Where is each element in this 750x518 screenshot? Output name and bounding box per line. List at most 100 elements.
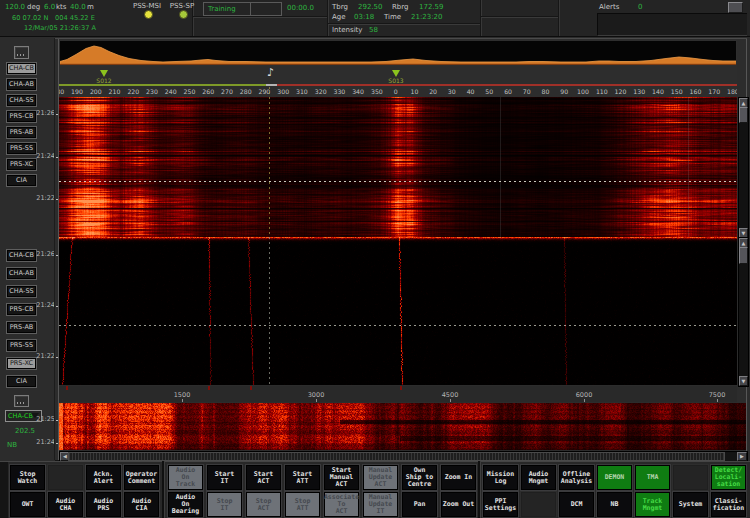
alerts-toggle-button[interactable] (728, 2, 743, 13)
time-value: 21:23:20 (411, 13, 442, 22)
waterfall1-scrollbar[interactable]: ▲ ▼ (738, 97, 749, 239)
button-zoom-out[interactable]: Zoom Out (441, 492, 476, 517)
waterfall2-channel-cha-ss[interactable]: CHA-SS (6, 285, 37, 298)
button-start-act[interactable]: Start ACT (246, 465, 281, 490)
button-system[interactable]: System (673, 492, 708, 517)
button-classi-fication[interactable]: Classi- fication (711, 492, 746, 517)
button-track-mngmt[interactable]: Track Mngmt (635, 492, 670, 517)
bearing-time-waterfall[interactable] (59, 97, 737, 237)
scroll-right-icon[interactable]: ▶ (737, 452, 747, 461)
waterfall2-channel-cha-ab[interactable]: CHA-AB (6, 267, 37, 280)
button-audio-cha[interactable]: Audio CHA (48, 492, 83, 517)
waterfall1-channel-cha-cb[interactable]: CHA-CB (6, 62, 37, 75)
topbar-separator (558, 0, 560, 36)
waterfall2-channel-prs-xc[interactable]: PRS-XC (6, 357, 37, 370)
waterfall1-channel-prs-ab[interactable]: PRS-AB (6, 126, 37, 139)
mode-box: Training (203, 2, 282, 16)
button-ackn-alert[interactable]: Ackn. Alert (86, 465, 121, 490)
bearing-ruler-label: 20 (429, 88, 437, 96)
bearing-ruler-label: 270 (221, 88, 233, 96)
waterfall2-scroll-thumb[interactable] (739, 247, 748, 264)
waterfall1-channel-prs-cb[interactable]: PRS-CB (6, 110, 37, 123)
bearing-ruler-label: 30 (448, 88, 456, 96)
waterfall1-channel-prs-ss[interactable]: PRS-SS (6, 142, 37, 155)
bearing-ruler: 1801902002102202302402502602702802903003… (59, 86, 737, 97)
button-audio-on-track[interactable]: Audio On Track (168, 465, 203, 490)
button-detect-locali-sation[interactable]: Detect/ Locali- sation (711, 465, 746, 490)
bearing-ruler-label: 0 (394, 88, 398, 96)
waterfall2-channel-prs-cb[interactable]: PRS-CB (6, 303, 37, 316)
ownship-heading-value: 120.0 (5, 3, 25, 12)
button-owt[interactable]: OWT (10, 492, 45, 517)
button-audio-on-bearing[interactable]: Audio On Bearing (168, 492, 203, 517)
alerts-list[interactable] (597, 13, 747, 36)
button-start-att[interactable]: Start ATT (285, 465, 320, 490)
narrowband-options-button[interactable] (14, 395, 29, 407)
frequency-time-waterfall[interactable] (59, 237, 737, 385)
waterfall2-channel-prs-ss[interactable]: PRS-SS (6, 339, 37, 352)
button-audio-prs[interactable]: Audio PRS (86, 492, 121, 517)
button-operator-comment[interactable]: Operator Comment (124, 465, 159, 490)
waterfall1-time-label: 21:22 (36, 195, 55, 202)
waterfall2-channel-cia[interactable]: CIA (6, 375, 37, 388)
waterfall1-scroll-thumb[interactable] (739, 107, 748, 123)
tracker-marker-label: S013 (388, 77, 403, 84)
button-dcm[interactable]: DCM (559, 492, 594, 517)
button-zoom-in[interactable]: Zoom In (441, 465, 476, 490)
button-nb[interactable]: NB (597, 492, 632, 517)
intensity-label: Intensity (332, 26, 362, 35)
panel-groove (54, 38, 55, 460)
waterfall2-channel-prs-ab[interactable]: PRS-AB (6, 321, 37, 334)
button-stop-it[interactable]: Stop IT (207, 492, 242, 517)
tracker-marker-icon[interactable] (100, 70, 108, 77)
button-manual-update-it[interactable]: Manual Update IT (363, 492, 398, 517)
ownship-longitude: 004 45.22 E (55, 14, 95, 22)
button-manual-update-act[interactable]: Manual Update ACT (363, 465, 398, 490)
status-indicator-led (179, 10, 188, 19)
bearing-ruler-label: 310 (296, 88, 308, 96)
frequency-scale-label: 6000 (576, 391, 593, 399)
waterfall1-channel-cia[interactable]: CIA (6, 174, 37, 187)
topbar-separator (480, 0, 482, 36)
narrowband-waterfall[interactable] (59, 403, 746, 450)
scroll-down-icon[interactable]: ▼ (739, 376, 748, 386)
button-audio-mngmt[interactable]: Audio Mngmt (521, 465, 556, 490)
bearing-ruler-label: 130 (633, 88, 645, 96)
music-note-icon[interactable]: ♪ (267, 67, 274, 78)
button-audio-cia[interactable]: Audio CIA (124, 492, 159, 517)
button-slot-empty (48, 465, 83, 490)
bearing-ruler-label: 60 (504, 88, 512, 96)
waterfall1-channel-cha-ab[interactable]: CHA-AB (6, 78, 37, 91)
waterfall2-time-label: 21:26 (36, 251, 55, 258)
waterfall1-options-button[interactable] (14, 46, 29, 59)
button-own-ship-to-centre[interactable]: Own Ship to Centre (402, 465, 437, 490)
button-demon[interactable]: DEMON (597, 465, 632, 490)
button-start-manual-act[interactable]: Start Manual ACT (324, 465, 359, 490)
button-start-it[interactable]: Start IT (207, 465, 242, 490)
waterfall2-scrollbar[interactable]: ▲ ▼ (738, 237, 749, 387)
button-stop-att[interactable]: Stop ATT (285, 492, 320, 517)
button-stop-watch[interactable]: Stop Watch (10, 465, 45, 490)
mode-label: Training (208, 5, 236, 14)
button-stop-act[interactable]: Stop ACT (246, 492, 281, 517)
button-pan[interactable]: Pan (402, 492, 437, 517)
narrowband-scroll-thumb[interactable] (68, 452, 725, 461)
button-tma[interactable]: TMA (635, 465, 670, 490)
waterfall1-channel-cha-ss[interactable]: CHA-SS (6, 94, 37, 107)
bearing-histogram (59, 40, 737, 66)
button-slot-empty (521, 492, 556, 517)
button-mission-log[interactable]: Mission Log (483, 465, 518, 490)
tracker-marker-icon[interactable] (392, 70, 400, 77)
waterfall2-channel-cha-cb[interactable]: CHA-CB (6, 249, 37, 262)
age-value: 03:18 (354, 13, 374, 22)
waterfall1-channel-prs-xc[interactable]: PRS-XC (6, 158, 37, 171)
button-offline-analysis[interactable]: Offline Analysis (559, 465, 594, 490)
button-associate-to-act[interactable]: Associate To ACT (324, 492, 359, 517)
bearing-cursor-line (269, 87, 270, 237)
bearing-ruler-label: 190 (71, 88, 83, 96)
bearing-ruler-label: 250 (184, 88, 196, 96)
tbrg-value: 292.50 (358, 3, 383, 12)
button-ppi-settings[interactable]: PPI Settings (483, 492, 518, 517)
bearing-histogram-curve (60, 41, 736, 65)
bearing-ruler-label: 100 (577, 88, 589, 96)
